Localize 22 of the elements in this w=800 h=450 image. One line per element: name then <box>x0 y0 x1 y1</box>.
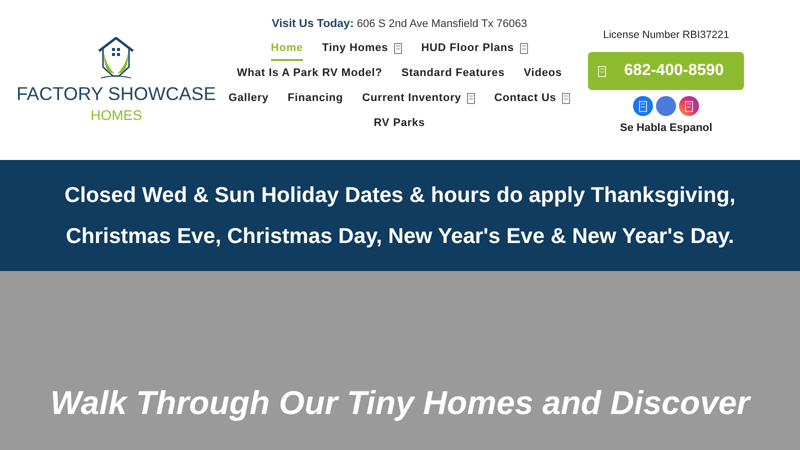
nav-link[interactable]: Financing <box>288 90 344 111</box>
social-icon[interactable] <box>633 96 654 116</box>
social-icon[interactable] <box>656 96 676 116</box>
notice-text: Closed Wed & Sun Holiday Dates & hours do apply Thanksgiving, Christmas Eve, Christmas Day, New Year's Eve & New Year's Day. <box>64 182 736 250</box>
nav-link[interactable]: Gallery <box>228 90 269 111</box>
logo-title: FACTORY SHOWCASE <box>16 83 216 105</box>
nav-link[interactable]: RV Parks <box>374 115 426 136</box>
license-number: License Number RBI37221 <box>603 29 730 41</box>
nav-link[interactable]: Current Inventory <box>362 90 476 111</box>
social-glyph-icon <box>639 100 648 112</box>
nav-link[interactable]: What Is A Park RV Model? <box>236 65 382 86</box>
spanish-note: Se Habla Espanol <box>620 122 712 134</box>
nav-link[interactable]: Standard Features <box>401 65 505 86</box>
nav-link[interactable]: Tiny Homes <box>322 40 402 61</box>
logo-subtitle: HOMES <box>90 107 142 123</box>
visit-address: Visit Us Today: 606 S 2nd Ave Mansfield Tx 76063 <box>272 18 528 30</box>
social-glyph-icon <box>685 100 694 112</box>
nav-link[interactable]: HUD Floor Plans <box>421 40 528 61</box>
hero-heading: Walk Through Our Tiny Homes and Discover <box>50 384 750 422</box>
nav-link[interactable]: Videos <box>524 65 562 86</box>
nav-link[interactable]: Contact Us <box>494 90 570 111</box>
social-icon[interactable] <box>679 96 700 116</box>
